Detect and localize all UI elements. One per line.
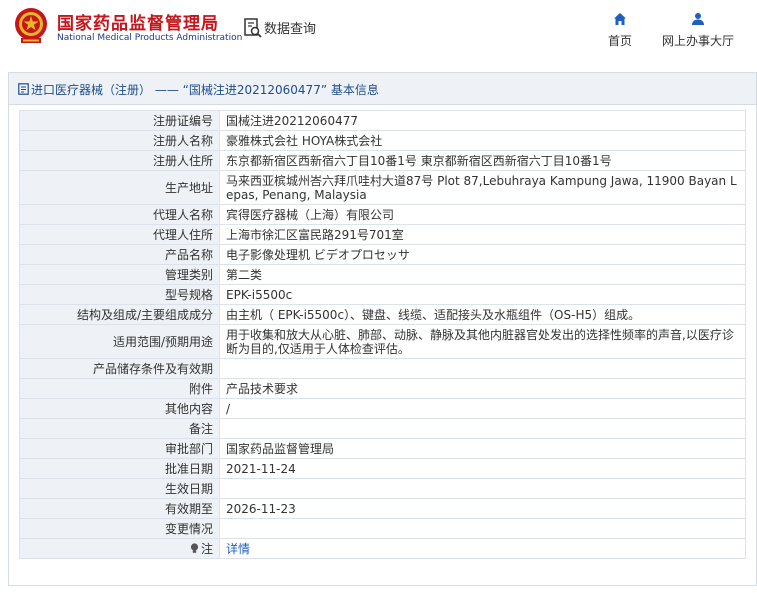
row-value bbox=[219, 478, 746, 499]
row-label: 生效日期 bbox=[19, 478, 220, 499]
row-label: 审批部门 bbox=[19, 438, 220, 459]
row-label: 备注 bbox=[19, 418, 220, 439]
row-label: 变更情况 bbox=[19, 518, 220, 539]
row-label: 批准日期 bbox=[19, 458, 220, 479]
row-label: 适用范围/预期用途 bbox=[19, 324, 220, 359]
table-row: 代理人住所 上海市徐汇区富民路291号701室 bbox=[19, 224, 746, 245]
row-value: 详情 bbox=[219, 538, 746, 559]
row-label: 其他内容 bbox=[19, 398, 220, 419]
row-value: 上海市徐汇区富民路291号701室 bbox=[219, 224, 746, 245]
table-row: 注 详情 bbox=[19, 538, 746, 559]
table-row: 批准日期 2021-11-24 bbox=[19, 458, 746, 479]
row-label: 结构及组成/主要组成成分 bbox=[19, 304, 220, 325]
row-value: 2021-11-24 bbox=[219, 458, 746, 479]
row-value: 第二类 bbox=[219, 264, 746, 285]
brand-name-en: National Medical Products Administration bbox=[57, 33, 243, 43]
table-row: 产品储存条件及有效期 bbox=[19, 358, 746, 379]
row-value: 由主机（ EPK-i5500c）、键盘、线缆、适配接头及水瓶组件（OS-H5）组… bbox=[219, 304, 746, 325]
nav-home-button[interactable]: 首页 bbox=[600, 12, 640, 49]
row-value: 东京都新宿区西新宿六丁目10番1号 東京都新宿区西新宿六丁目10番1号 bbox=[219, 150, 746, 171]
table-row: 附件 产品技术要求 bbox=[19, 378, 746, 399]
row-value: 宾得医疗器械（上海）有限公司 bbox=[219, 204, 746, 225]
row-label: 型号规格 bbox=[19, 284, 220, 305]
home-icon bbox=[614, 13, 626, 25]
table-row: 代理人名称 宾得医疗器械（上海）有限公司 bbox=[19, 204, 746, 225]
search-document-icon bbox=[244, 18, 262, 38]
row-label: 附件 bbox=[19, 378, 220, 399]
row-label: 有效期至 bbox=[19, 498, 220, 519]
table-row: 型号规格 EPK-i5500c bbox=[19, 284, 746, 305]
lightbulb-icon bbox=[190, 542, 199, 553]
brand-name-cn: 国家药品监督管理局 bbox=[57, 14, 219, 34]
national-emblem-icon bbox=[15, 8, 47, 43]
row-label: 代理人名称 bbox=[19, 204, 220, 225]
site-header: 国家药品监督管理局 National Medical Products Admi… bbox=[0, 0, 757, 62]
table-row: 变更情况 bbox=[19, 518, 746, 539]
row-label: 注册人名称 bbox=[19, 130, 220, 151]
table-row: 生产地址 马来西亚槟城州峇六拜爪哇村大道87号 Plot 87,Lebuhray… bbox=[19, 170, 746, 205]
table-row: 其他内容 / bbox=[19, 398, 746, 419]
row-value: 马来西亚槟城州峇六拜爪哇村大道87号 Plot 87,Lebuhraya Kam… bbox=[219, 170, 746, 205]
table-row: 注册证编号 国械注进20212060477 bbox=[19, 110, 746, 131]
row-value: EPK-i5500c bbox=[219, 284, 746, 305]
row-value: 豪雅株式会社 HOYA株式会社 bbox=[219, 130, 746, 151]
table-row: 备注 bbox=[19, 418, 746, 439]
row-label: 产品名称 bbox=[19, 244, 220, 265]
document-icon bbox=[18, 83, 29, 95]
table-row: 管理类别 第二类 bbox=[19, 264, 746, 285]
data-query-link[interactable]: 数据查询 bbox=[264, 18, 316, 37]
user-icon bbox=[692, 13, 704, 25]
table-row: 有效期至 2026-11-23 bbox=[19, 498, 746, 519]
nav-online-office-button[interactable]: 网上办事大厅 bbox=[656, 12, 740, 49]
row-value: 国械注进20212060477 bbox=[219, 110, 746, 131]
table-row: 产品名称 电子影像处理机 ビデオプロセッサ bbox=[19, 244, 746, 265]
row-value: 2026-11-23 bbox=[219, 498, 746, 519]
table-row: 注册人名称 豪雅株式会社 HOYA株式会社 bbox=[19, 130, 746, 151]
nav-home-label: 首页 bbox=[607, 34, 632, 48]
row-label: 管理类别 bbox=[19, 264, 220, 285]
table-row: 审批部门 国家药品监督管理局 bbox=[19, 438, 746, 459]
row-value: 国家药品监督管理局 bbox=[219, 438, 746, 459]
row-value bbox=[219, 358, 746, 379]
table-row: 结构及组成/主要组成成分 由主机（ EPK-i5500c）、键盘、线缆、适配接头… bbox=[19, 304, 746, 325]
row-label: 生产地址 bbox=[19, 170, 220, 205]
row-value bbox=[219, 418, 746, 439]
details-link[interactable]: 详情 bbox=[226, 542, 250, 556]
row-value: 产品技术要求 bbox=[219, 378, 746, 399]
row-label: 注册证编号 bbox=[19, 110, 220, 131]
panel-title: 进口医疗器械（注册） —— “国械注进20212060477” 基本信息 bbox=[31, 83, 379, 97]
note-label: 注 bbox=[200, 541, 213, 556]
row-label: 代理人住所 bbox=[19, 224, 220, 245]
device-info-table: 注册证编号 国械注进20212060477 注册人名称 豪雅株式会社 HOYA株… bbox=[19, 110, 746, 559]
table-row: 注册人住所 东京都新宿区西新宿六丁目10番1号 東京都新宿区西新宿六丁目10番1… bbox=[19, 150, 746, 171]
row-value: 用于收集和放大从心脏、肺部、动脉、静脉及其他内脏器官处发出的选择性频率的声音,以… bbox=[219, 324, 746, 359]
note-label-cell: 注 bbox=[19, 538, 220, 559]
row-value: / bbox=[219, 398, 746, 419]
table-row: 生效日期 bbox=[19, 478, 746, 499]
row-label: 产品储存条件及有效期 bbox=[19, 358, 220, 379]
row-value: 电子影像处理机 ビデオプロセッサ bbox=[219, 244, 746, 265]
table-row: 适用范围/预期用途 用于收集和放大从心脏、肺部、动脉、静脉及其他内脏器官处发出的… bbox=[19, 324, 746, 359]
device-info-panel: 进口医疗器械（注册） —— “国械注进20212060477” 基本信息 注册证… bbox=[8, 72, 757, 586]
panel-title-bar: 进口医疗器械（注册） —— “国械注进20212060477” 基本信息 bbox=[9, 73, 756, 105]
row-label: 注册人住所 bbox=[19, 150, 220, 171]
nav-online-office-label: 网上办事大厅 bbox=[661, 34, 734, 48]
row-value bbox=[219, 518, 746, 539]
